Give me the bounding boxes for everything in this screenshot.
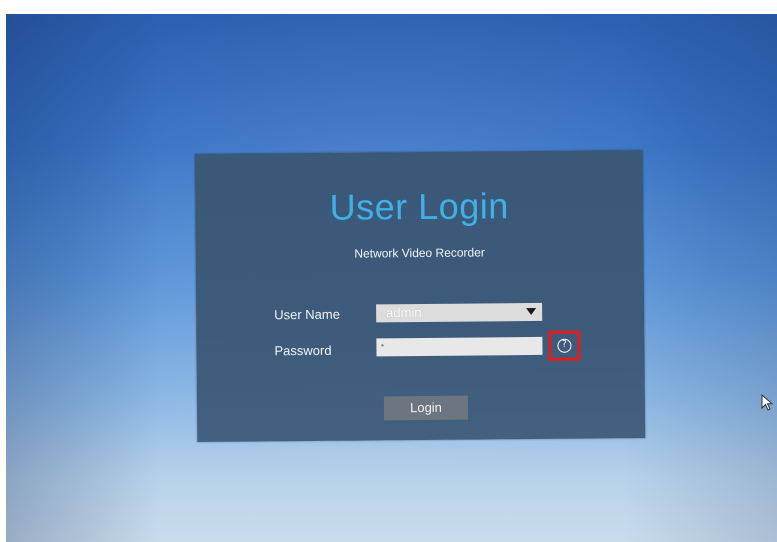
mouse-cursor-icon xyxy=(761,394,774,411)
login-button[interactable]: Login xyxy=(383,395,469,421)
dialog-subtitle: Network Video Recorder xyxy=(354,245,485,261)
password-field[interactable] xyxy=(376,336,543,357)
dialog-title: User Login xyxy=(329,185,509,228)
username-label: User Name xyxy=(274,306,340,323)
dropdown-arrow-icon[interactable] xyxy=(526,307,537,316)
monitor-screen: User Login Network Video Recorder User N… xyxy=(6,14,777,542)
password-label: Password xyxy=(274,342,332,359)
username-value: admin xyxy=(386,304,422,321)
help-highlight-box: ? xyxy=(548,330,581,361)
question-circle-icon[interactable]: ? xyxy=(557,338,572,353)
password-mask-dot xyxy=(381,344,384,347)
username-select[interactable]: admin xyxy=(376,302,543,323)
login-dialog: User Login Network Video Recorder User N… xyxy=(194,150,646,442)
